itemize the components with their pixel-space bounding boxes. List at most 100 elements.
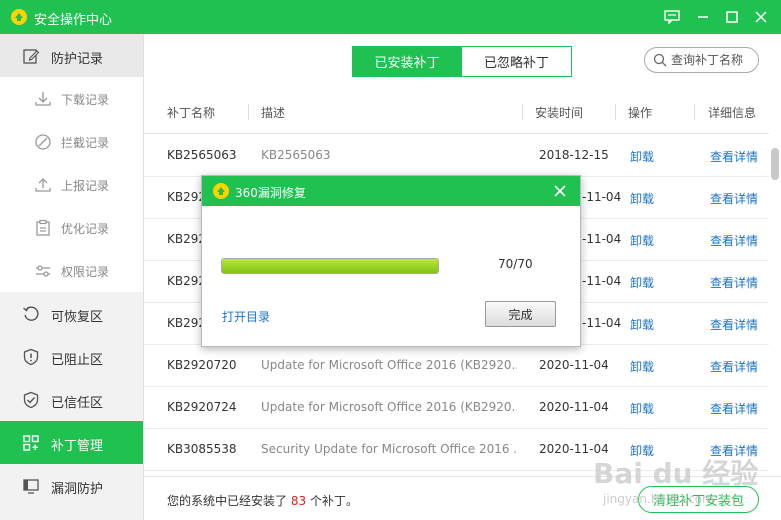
patch-description: Security Update for Microsoft Office 201… (261, 442, 517, 456)
view-details-link[interactable]: 查看详情 (710, 316, 758, 333)
sidebar-item-trusted-zone[interactable]: 已信任区 (0, 378, 143, 421)
watermark-url: jingyan.baidu.com (603, 492, 714, 506)
scrollbar-thumb[interactable] (771, 148, 779, 180)
header-details: 详细信息 (708, 106, 757, 120)
maximize-button[interactable] (722, 7, 742, 27)
installed-count-text: 您的系统中已经安装了 83 个补丁。 (167, 492, 358, 509)
installed-count-prefix: 您的系统中已经安装了 (167, 494, 288, 508)
sidebar-item-report-records[interactable]: 上报记录 (0, 163, 143, 206)
sliders-icon (36, 265, 50, 277)
uninstall-link[interactable]: 卸载 (630, 400, 654, 417)
uninstall-link[interactable]: 卸载 (630, 316, 654, 333)
minimize-icon (698, 16, 708, 18)
open-directory-link[interactable]: 打开目录 (222, 308, 270, 325)
search-input[interactable] (671, 52, 755, 68)
sidebar-item-permission-records[interactable]: 权限记录 (0, 249, 143, 292)
block-icon (35, 134, 51, 150)
table-scrollbar[interactable] (771, 134, 779, 474)
view-details-link[interactable]: 查看详情 (710, 148, 758, 165)
patch-name: KB2565063 (167, 148, 237, 162)
close-icon (755, 11, 767, 23)
patch-description: Update for Microsoft Office 2016 (KB2920… (261, 358, 517, 372)
app-logo-icon (213, 183, 229, 199)
shield-warning-icon (23, 348, 39, 366)
install-date: -11-04 (582, 190, 622, 204)
sidebar-item-download-records[interactable]: 下载记录 (0, 77, 143, 120)
sidebar-item-vulnerability-protection[interactable]: 漏洞防护 (0, 464, 143, 507)
header-install-time: 安装时间 (535, 106, 584, 120)
maximize-icon (726, 11, 738, 23)
sidebar-item-patch-management[interactable]: 补丁管理 (0, 421, 143, 464)
search-box (644, 47, 759, 73)
uninstall-link[interactable]: 卸载 (630, 358, 654, 375)
watermark: Bai du 经验 jingyan.baidu.com (593, 452, 765, 514)
window-title: 安全操作中心 (34, 13, 113, 28)
installed-count: 83 (290, 494, 307, 508)
sidebar-item-blocked-zone[interactable]: 已阻止区 (0, 335, 143, 378)
app-logo-icon (11, 9, 27, 25)
done-button[interactable]: 完成 (485, 301, 556, 327)
table-header: 补丁名称 描述 安装时间 操作 详细信息 (144, 90, 769, 134)
header-patch-name: 补丁名称 (167, 106, 216, 120)
table-row: KB2565063 KB2565063 2018-12-15 卸载 查看详情 (144, 135, 769, 177)
install-date: 2020-11-04 (539, 400, 609, 414)
view-details-link[interactable]: 查看详情 (710, 274, 758, 291)
dialog-header: 360漏洞修复 (202, 176, 580, 206)
restore-icon (23, 306, 39, 321)
patch-description: KB2565063 (261, 148, 331, 162)
patch-name: KB2920724 (167, 400, 237, 414)
watermark-logo-text: Bai du 经验 (593, 457, 759, 490)
installed-count-suffix: 个补丁。 (309, 494, 358, 508)
install-date: -11-04 (582, 274, 622, 288)
progress-fill (222, 259, 438, 273)
sidebar-item-protection-records[interactable]: 防护记录 (0, 34, 143, 77)
feedback-button[interactable] (662, 7, 682, 27)
install-date: -11-04 (582, 232, 622, 246)
sidebar: 防护记录 下载记录 拦截记录 上报记录 优化记录 权限记录 可恢复区 已阻止区 … (0, 34, 144, 520)
download-icon (35, 92, 51, 106)
header-operation: 操作 (628, 106, 653, 120)
clipboard-icon (36, 219, 50, 236)
install-date: 2018-12-15 (539, 148, 609, 162)
progress-bar (221, 258, 439, 274)
header-divider (248, 104, 249, 120)
sidebar-item-intercept-records[interactable]: 拦截记录 (0, 120, 143, 163)
uninstall-link[interactable]: 卸载 (630, 190, 654, 207)
table-row: KB2920724 Update for Microsoft Office 20… (144, 387, 769, 429)
uninstall-link[interactable]: 卸载 (630, 148, 654, 165)
uninstall-link[interactable]: 卸载 (630, 274, 654, 291)
vulnerability-fix-dialog: 360漏洞修复 70/70 打开目录 完成 (201, 175, 581, 347)
install-date: -11-04 (582, 316, 622, 330)
shield-check-icon (23, 391, 39, 409)
view-details-link[interactable]: 查看详情 (710, 232, 758, 249)
uninstall-link[interactable]: 卸载 (630, 232, 654, 249)
view-details-link[interactable]: 查看详情 (710, 190, 758, 207)
patch-name: KB2920720 (167, 358, 237, 372)
upload-icon (35, 178, 51, 192)
view-details-link[interactable]: 查看详情 (710, 358, 758, 375)
sidebar-item-optimize-records[interactable]: 优化记录 (0, 206, 143, 249)
tab-ignored-patches[interactable]: 已忽略补丁 (462, 46, 572, 77)
patch-tabs: 已安装补丁 已忽略补丁 (352, 46, 572, 77)
edit-icon (23, 49, 40, 64)
table-row: KB2920720 Update for Microsoft Office 20… (144, 345, 769, 387)
view-details-link[interactable]: 查看详情 (710, 400, 758, 417)
search-icon (653, 53, 667, 67)
progress-text: 70/70 (498, 257, 533, 271)
close-button[interactable] (751, 7, 771, 27)
header-divider (615, 104, 616, 120)
feedback-icon (664, 10, 680, 24)
dialog-close-icon[interactable] (550, 181, 570, 201)
title-bar: 安全操作中心 (0, 0, 781, 34)
header-divider (522, 104, 523, 120)
install-date: 2020-11-04 (539, 358, 609, 372)
patch-description: Update for Microsoft Office 2016 (KB2920… (261, 400, 517, 414)
header-divider (694, 104, 695, 120)
grid-icon (23, 435, 39, 451)
header-description: 描述 (261, 106, 286, 120)
minimize-button[interactable] (693, 7, 713, 27)
monitor-icon (23, 479, 39, 494)
dialog-title: 360漏洞修复 (235, 186, 306, 200)
tab-installed-patches[interactable]: 已安装补丁 (352, 46, 462, 77)
sidebar-item-recoverable-zone[interactable]: 可恢复区 (0, 292, 143, 335)
